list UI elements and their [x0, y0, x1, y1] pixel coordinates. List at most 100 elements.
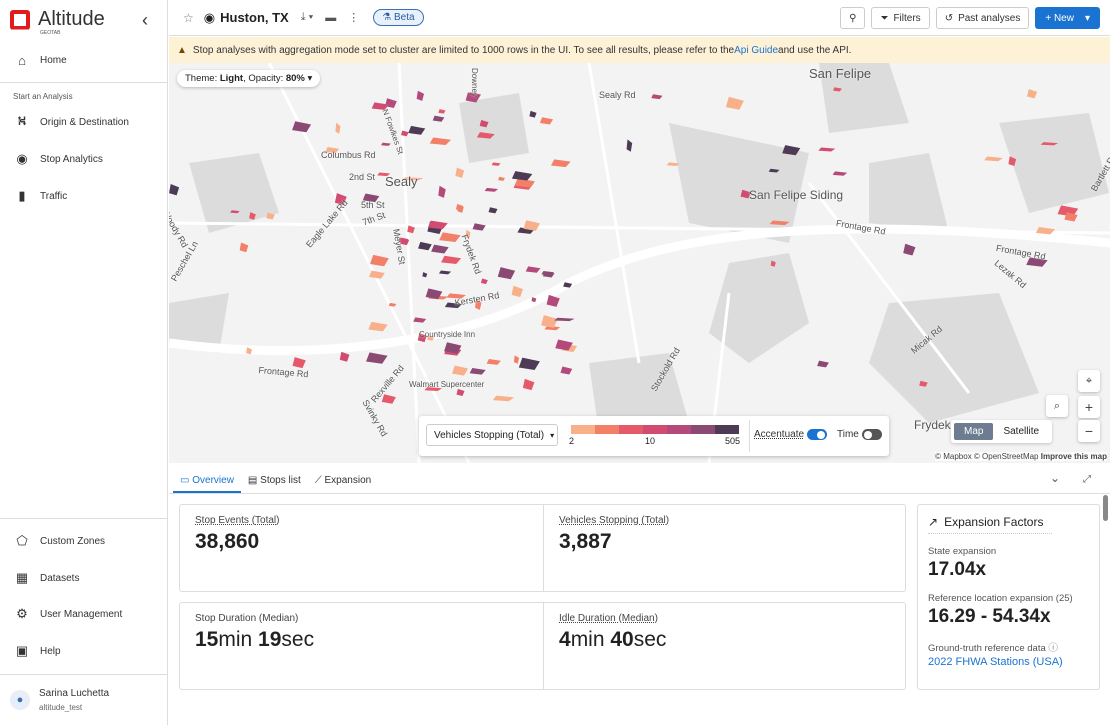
stop-cluster[interactable]	[370, 254, 389, 267]
stop-cluster[interactable]	[408, 125, 426, 135]
zoom-in-button[interactable]: +	[1078, 396, 1100, 418]
stop-cluster[interactable]	[339, 351, 350, 362]
stop-cluster[interactable]	[480, 278, 488, 285]
altitude-logo[interactable]: Altitude GEOTAB	[10, 8, 105, 36]
fhwa-stations-link[interactable]: 2022 FHWA Stations (USA)	[928, 656, 1089, 668]
sidebar-item-traffic[interactable]: ▮ Traffic	[0, 181, 167, 211]
sidebar-item-stop-analytics[interactable]: ◉ Stop Analytics	[0, 144, 167, 174]
stop-cluster[interactable]	[492, 395, 515, 402]
stop-cluster[interactable]	[550, 159, 571, 168]
stop-cluster[interactable]	[513, 355, 520, 364]
stop-cluster[interactable]	[984, 156, 1003, 162]
stop-cluster[interactable]	[438, 109, 446, 114]
stop-cluster[interactable]	[1027, 89, 1038, 99]
sidebar-item-user-management[interactable]: ⚙ User Management	[0, 599, 167, 629]
stop-cluster[interactable]	[525, 266, 541, 273]
stop-cluster[interactable]	[498, 176, 505, 181]
past-analyses-button[interactable]: ↺ Past analyses	[935, 7, 1030, 29]
api-guide-link[interactable]: Api Guide	[734, 45, 778, 56]
stop-cluster[interactable]	[369, 270, 385, 279]
accentuate-toggle[interactable]	[807, 429, 828, 440]
stop-cluster[interactable]	[546, 294, 560, 307]
stop-cluster[interactable]	[292, 357, 306, 369]
stop-cluster[interactable]	[431, 244, 449, 254]
metric-select[interactable]: Vehicles Stopping (Total) ▾	[426, 424, 558, 446]
search-icon[interactable]: ⌕	[1046, 395, 1068, 417]
stop-cluster[interactable]	[529, 110, 537, 118]
download-icon[interactable]: ⤓ ▾	[301, 11, 314, 24]
collapse-panel-icon[interactable]: ⌄	[1050, 471, 1060, 485]
user-profile[interactable]: ● Sarina Luchetta altitude_test	[10, 688, 109, 712]
locate-icon[interactable]: ⌖	[1078, 370, 1100, 392]
stop-cluster[interactable]	[366, 352, 388, 364]
stop-cluster[interactable]	[469, 368, 486, 375]
improve-map-link[interactable]: Improve this map	[1041, 452, 1107, 461]
stop-cluster[interactable]	[422, 272, 428, 278]
stop-cluster[interactable]	[416, 90, 425, 101]
stop-cluster[interactable]	[429, 137, 452, 145]
label-tag-icon[interactable]: ▬	[325, 12, 336, 24]
stop-cluster[interactable]	[381, 142, 391, 146]
stop-cluster[interactable]	[368, 321, 388, 332]
stop-cluster[interactable]	[651, 94, 663, 100]
stop-cluster[interactable]	[497, 267, 516, 280]
stop-cluster[interactable]	[511, 285, 524, 298]
stop-cluster[interactable]	[725, 96, 744, 110]
stop-cluster[interactable]	[560, 366, 573, 375]
map-type-satellite[interactable]: Satellite	[993, 423, 1049, 440]
stop-cluster[interactable]	[817, 360, 829, 368]
stop-cluster[interactable]	[541, 315, 558, 328]
stop-cluster[interactable]	[239, 242, 249, 253]
stop-cluster[interactable]	[818, 147, 836, 152]
map[interactable]: San Felipe Sealy Rd Columbus Rd 2nd St Sealy…	[169, 63, 1110, 463]
stop-cluster[interactable]	[472, 223, 486, 231]
stop-cluster[interactable]	[169, 184, 180, 196]
stop-cluster[interactable]	[456, 388, 465, 397]
stop-cluster[interactable]	[903, 243, 916, 256]
stop-cluster[interactable]	[438, 270, 452, 275]
stop-cluster[interactable]	[554, 317, 575, 322]
new-button[interactable]: + New ▾	[1035, 7, 1100, 29]
info-icon[interactable]: ⓘ	[1048, 643, 1058, 654]
stop-cluster[interactable]	[413, 317, 427, 323]
stop-cluster[interactable]	[522, 378, 535, 391]
stop-cluster[interactable]	[832, 171, 848, 176]
location-button[interactable]: ⚲	[840, 7, 866, 29]
more-options-icon[interactable]: ⋮	[348, 11, 359, 24]
stop-cluster[interactable]	[441, 255, 462, 265]
stop-cluster[interactable]	[511, 171, 533, 181]
scrollbar[interactable]	[1103, 495, 1108, 521]
tab-expansion[interactable]: ⟋ Expansion	[308, 470, 378, 493]
sidebar-item-datasets[interactable]: ▦ Datasets	[0, 563, 167, 593]
stop-cluster[interactable]	[626, 139, 633, 152]
stop-cluster[interactable]	[491, 162, 501, 166]
stop-cluster[interactable]	[432, 115, 445, 122]
time-toggle[interactable]	[861, 429, 882, 440]
sidebar-item-help[interactable]: ▣ Help	[0, 636, 167, 666]
zoom-out-button[interactable]: −	[1078, 420, 1100, 442]
map-type-map[interactable]: Map	[954, 423, 994, 440]
stop-cluster[interactable]	[484, 187, 499, 192]
stop-cluster[interactable]	[418, 241, 432, 251]
tab-overview[interactable]: ▭ Overview	[173, 470, 241, 493]
stop-cluster[interactable]	[455, 167, 465, 178]
stop-cluster[interactable]	[438, 185, 446, 198]
stop-cluster[interactable]	[539, 117, 554, 125]
sidebar-item-origin-destination[interactable]: ⛕ Origin & Destination	[0, 107, 167, 137]
filters-button[interactable]: ⏷ Filters	[871, 7, 930, 29]
sidebar-item-custom-zones[interactable]: ⬠ Custom Zones	[0, 526, 167, 556]
stop-cluster[interactable]	[335, 122, 341, 134]
theme-selector[interactable]: Theme: Light, Opacity: 80% ▾	[177, 70, 321, 87]
fullscreen-icon[interactable]: ⤢	[1083, 474, 1091, 485]
stop-cluster[interactable]	[518, 357, 540, 370]
stop-cluster[interactable]	[488, 207, 498, 214]
stop-cluster[interactable]	[292, 121, 312, 133]
star-icon[interactable]: ☆	[183, 11, 194, 25]
stop-cluster[interactable]	[1064, 212, 1078, 222]
tab-stops-list[interactable]: ▤ Stops list	[241, 470, 308, 493]
collapse-sidebar-button[interactable]: ‹	[142, 10, 148, 31]
color-scale-slider[interactable]	[571, 425, 739, 434]
sidebar-item-home[interactable]: ⌂ Home	[0, 45, 167, 75]
stop-cluster[interactable]	[452, 365, 468, 376]
stop-cluster[interactable]	[439, 232, 461, 243]
